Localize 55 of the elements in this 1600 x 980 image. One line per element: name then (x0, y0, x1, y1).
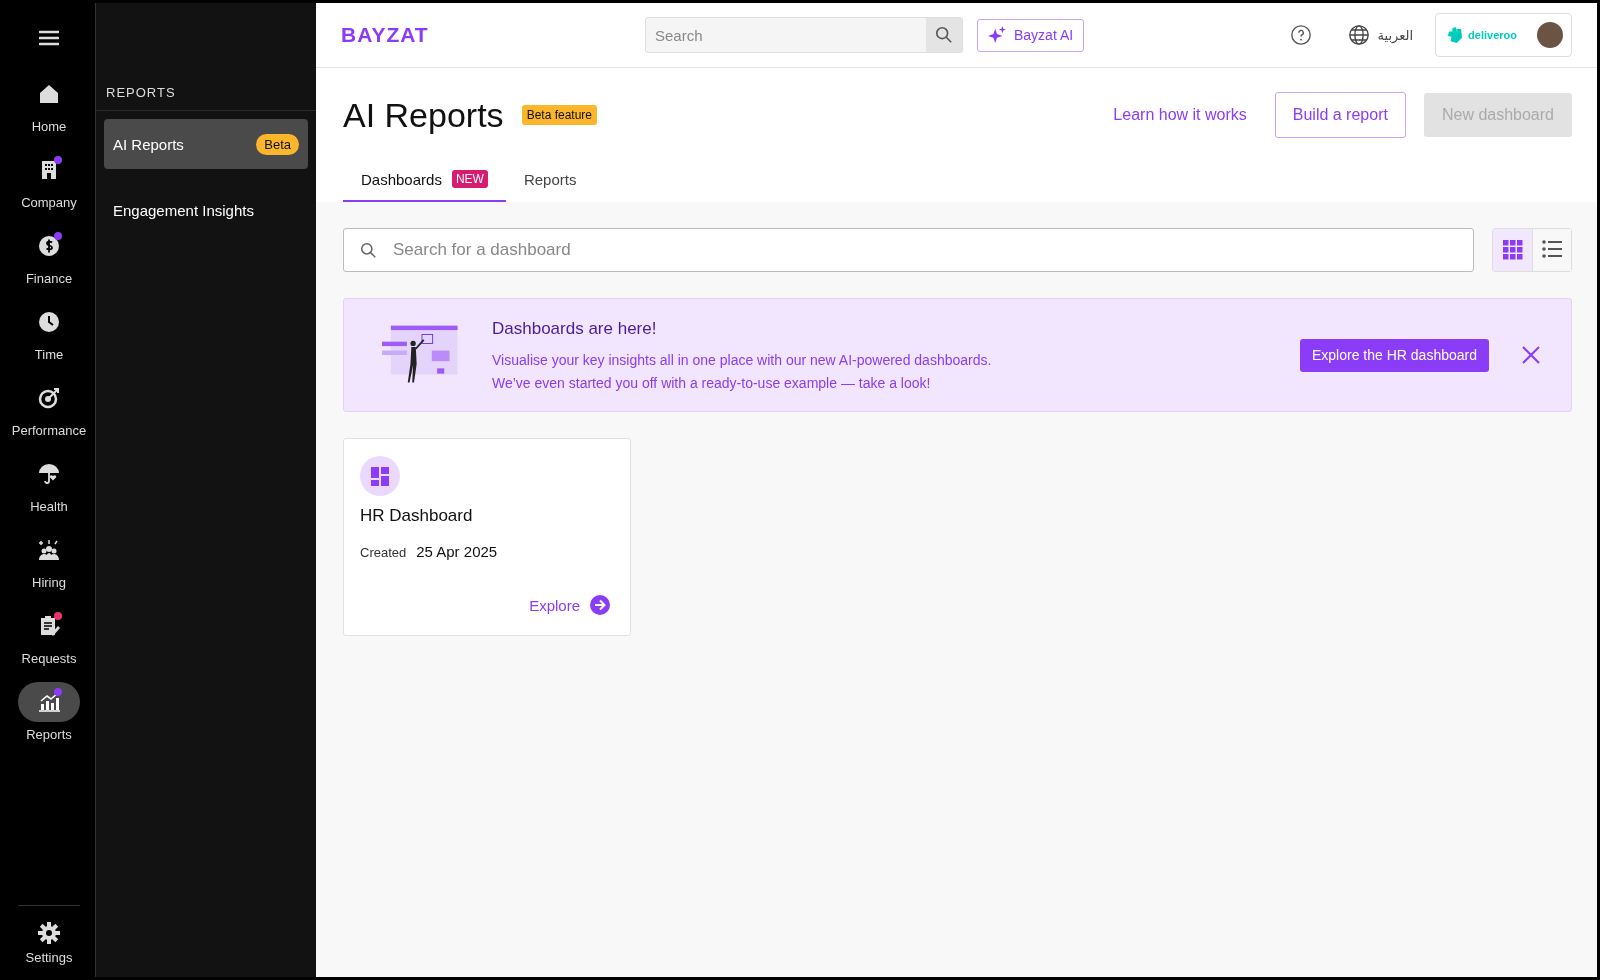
nav-item[interactable]: Hiring (4, 530, 94, 590)
help-icon[interactable] (1289, 24, 1312, 46)
new-badge: NEW (451, 170, 488, 188)
list-view-button[interactable] (1532, 229, 1571, 271)
dashboard-card[interactable]: HR Dashboard Created 25 Apr 2025 Explore (343, 438, 631, 636)
dashboard-icon (360, 456, 400, 496)
settings-nav-item[interactable]: Settings (18, 921, 80, 965)
page-title: AI Reports (343, 95, 504, 135)
card-title: HR Dashboard (360, 506, 474, 526)
home-icon (37, 82, 61, 106)
settings-icon (37, 921, 61, 945)
grid-view-button[interactable] (1493, 229, 1532, 271)
nav-item[interactable]: Finance (4, 226, 94, 286)
nav-item[interactable]: Reports (4, 682, 94, 742)
created-date: 25 Apr 2025 (416, 543, 498, 560)
nav-item[interactable]: Home (4, 74, 94, 134)
globe-icon[interactable] (1347, 24, 1370, 46)
explore-button[interactable]: Explore the HR dashboard (1300, 338, 1489, 372)
people-sparkle-icon (37, 538, 61, 562)
clock-icon (37, 310, 61, 334)
menu-icon[interactable] (39, 30, 59, 46)
tab[interactable]: Reports (505, 162, 595, 202)
arrow-circle-icon (590, 595, 610, 615)
beta-badge: Beta (256, 133, 299, 155)
search-button[interactable] (926, 18, 962, 52)
nav-item[interactable]: Performance (4, 378, 94, 438)
banner-title: Dashboards are here! (492, 319, 658, 339)
close-icon[interactable] (1521, 345, 1541, 365)
search-icon (360, 241, 377, 259)
logo[interactable]: BAYZAT (341, 23, 631, 47)
avatar (1537, 22, 1563, 48)
dollar-coin-icon (37, 234, 61, 258)
nav-item[interactable]: Time (4, 302, 94, 362)
banner-text: We’ve even started you off with a ready-to-use example — take a look! (492, 375, 932, 391)
grid-icon (1502, 240, 1523, 260)
banner-text: Visualise your key insights all in one place with our new AI-powered dashboards. (492, 352, 992, 368)
explore-link[interactable]: Explore (529, 595, 610, 615)
created-label: Created (360, 545, 407, 560)
ai-assistant-button[interactable]: Bayzat AI (977, 18, 1085, 52)
umbrella-heart-icon (37, 462, 61, 486)
language-link[interactable]: العربية (1377, 27, 1414, 43)
tab[interactable]: Dashboards NEW (343, 162, 506, 202)
sparkle-icon (988, 26, 1006, 44)
nav-item[interactable]: Health (4, 454, 94, 514)
nav-item[interactable]: Company (4, 150, 94, 210)
target-icon (37, 386, 61, 410)
learn-link[interactable]: Learn how it works (1113, 106, 1247, 124)
search-icon (935, 26, 953, 44)
beta-badge: Beta feature (521, 105, 597, 125)
search-field[interactable]: Search for a dashboard (343, 228, 1474, 272)
sub-nav-item[interactable]: Engagement Insights (104, 185, 308, 235)
nav-item[interactable]: Requests (4, 606, 94, 666)
list-icon (1542, 240, 1562, 260)
build-report-button[interactable]: Build a report (1274, 92, 1406, 138)
sub-nav-item[interactable]: AI Reports Beta (104, 119, 308, 169)
